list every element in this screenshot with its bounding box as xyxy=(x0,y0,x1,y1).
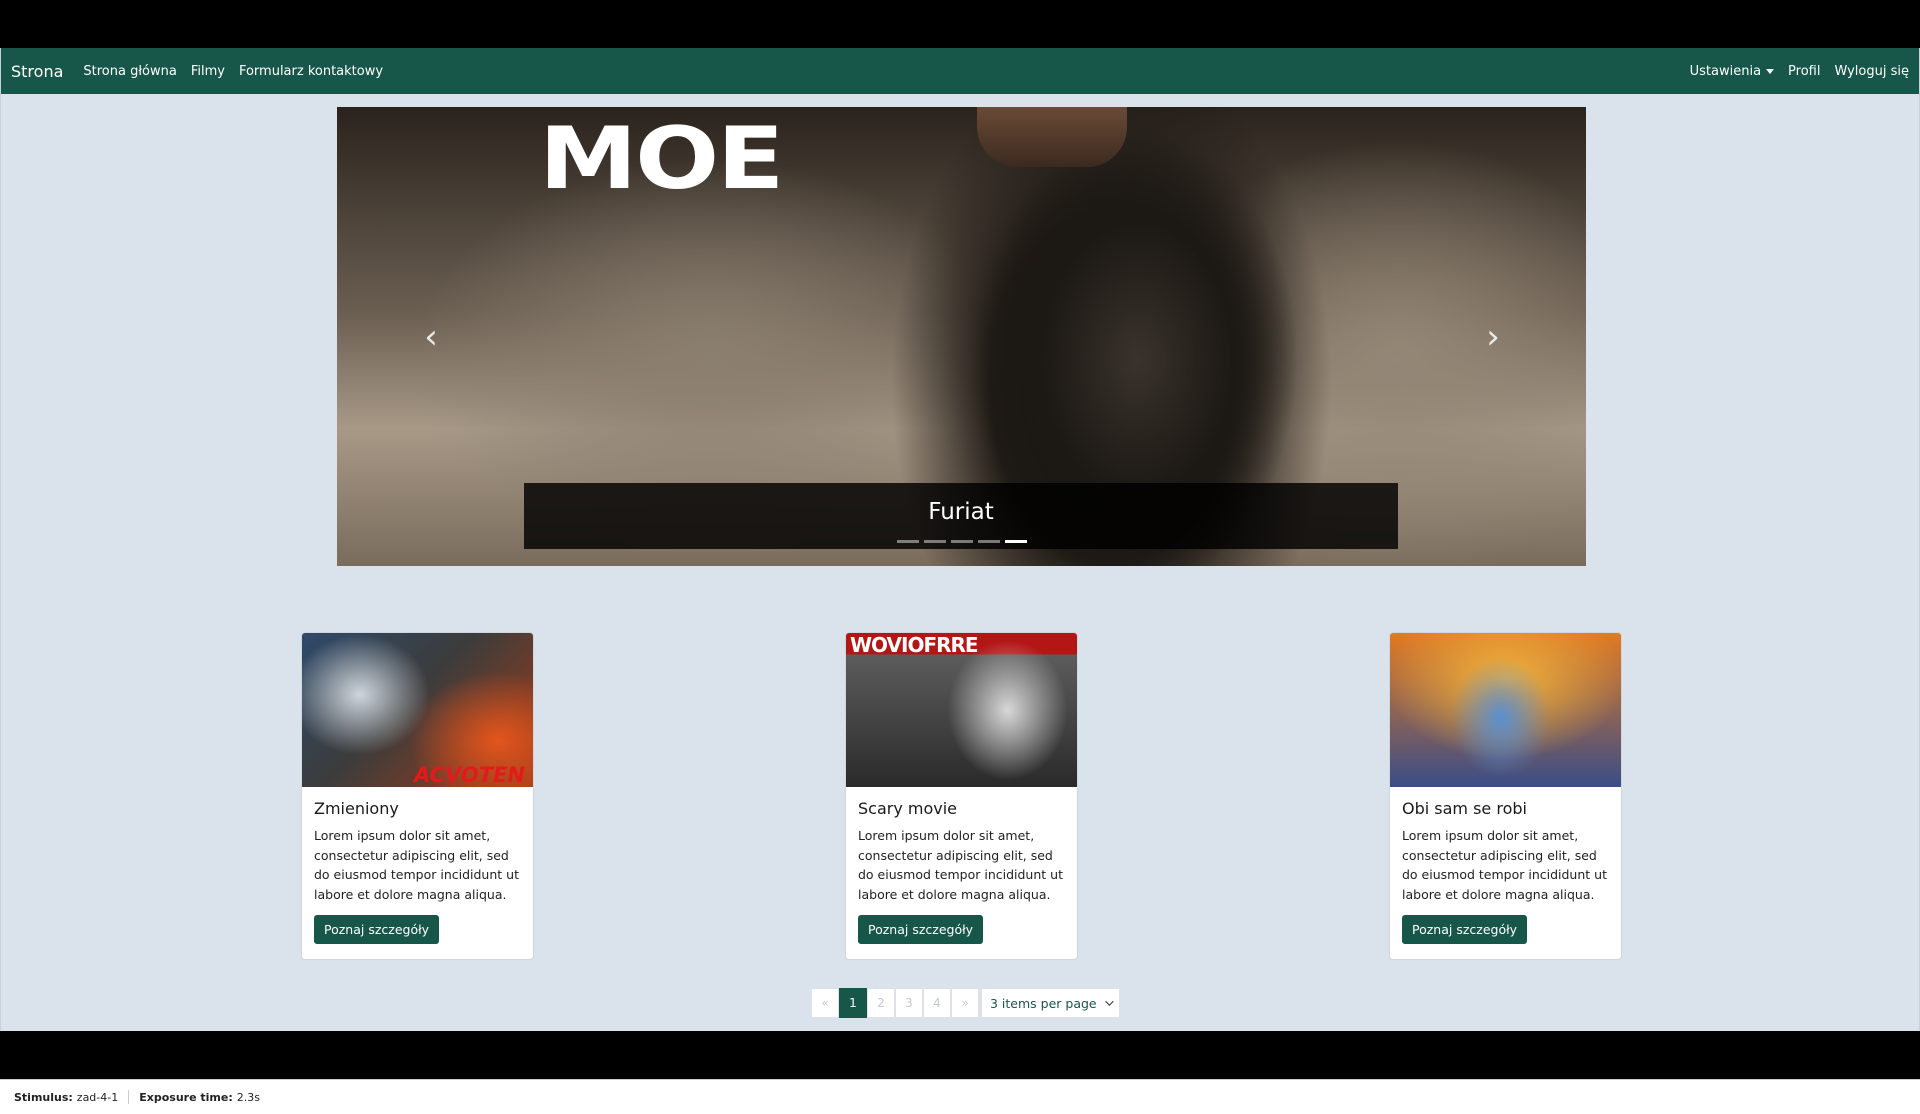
page-next[interactable]: » xyxy=(951,988,979,1018)
carousel-caption-title: Furiat xyxy=(928,499,994,525)
hero-carousel: MOE ‹ › Furiat xyxy=(337,107,1586,566)
nav-link-contact-form[interactable]: Formularz kontaktowy xyxy=(239,64,383,79)
carousel-indicator-2[interactable] xyxy=(923,540,946,543)
card-title: Scary movie xyxy=(858,799,958,818)
card-title: Obi sam se robi xyxy=(1402,799,1527,818)
page-1[interactable]: 1 xyxy=(839,988,867,1018)
carousel-next-icon[interactable]: › xyxy=(1473,317,1513,357)
navbar: Strona Strona główna Filmy Formularz kon… xyxy=(1,48,1919,94)
chevron-down-icon xyxy=(1104,997,1114,1006)
settings-dropdown-label: Ustawienia xyxy=(1689,63,1762,79)
browser-viewport: Strona Strona główna Filmy Formularz kon… xyxy=(0,48,1920,1031)
page-4[interactable]: 4 xyxy=(923,988,951,1018)
carousel-slide-figure xyxy=(977,107,1127,167)
carousel-indicator-5[interactable] xyxy=(1004,540,1027,543)
poster-text: ACVOTEN xyxy=(414,763,525,787)
carousel-indicators xyxy=(337,540,1586,543)
movie-card: Obi sam se robi Lorem ipsum dolor sit am… xyxy=(1389,632,1622,960)
movie-poster: ACVOTEN xyxy=(302,633,533,787)
pagination: « 1 2 3 4 » 3 items per page xyxy=(811,988,1120,1018)
carousel-indicator-1[interactable] xyxy=(896,540,919,543)
exposure-value: 2.3s xyxy=(236,1090,260,1104)
settings-dropdown[interactable]: Ustawienia xyxy=(1689,63,1775,79)
card-body: Scary movie Lorem ipsum dolor sit amet, … xyxy=(846,787,1077,944)
carousel-slide-logo: MOE xyxy=(539,109,784,209)
items-per-page-label: 3 items per page xyxy=(990,995,1097,1011)
stimulus-value: zad-4-1 xyxy=(76,1090,119,1104)
card-body: Obi sam se robi Lorem ipsum dolor sit am… xyxy=(1390,787,1621,944)
navbar-right: Ustawienia Profil Wyloguj się xyxy=(1676,64,1909,79)
poster-text: WOVIOFRRE xyxy=(850,633,979,657)
stimulus-label: Stimulus: xyxy=(14,1090,73,1104)
navbar-brand[interactable]: Strona xyxy=(11,62,63,81)
card-text: Lorem ipsum dolor sit amet, consectetur … xyxy=(858,828,1063,902)
page-prev[interactable]: « xyxy=(811,988,839,1018)
items-per-page-select[interactable]: 3 items per page xyxy=(981,988,1120,1018)
nav-link-profile[interactable]: Profil xyxy=(1788,64,1820,79)
nav-link-movies[interactable]: Filmy xyxy=(191,64,225,79)
card-body: Zmieniony Lorem ipsum dolor sit amet, co… xyxy=(302,787,533,944)
card-title: Zmieniony xyxy=(314,799,399,818)
details-button[interactable]: Poznaj szczegóły xyxy=(1402,915,1528,944)
nav-link-logout[interactable]: Wyloguj się xyxy=(1834,64,1909,79)
nav-link-home[interactable]: Strona główna xyxy=(83,64,176,79)
carousel-prev-icon[interactable]: ‹ xyxy=(411,317,451,357)
movie-poster xyxy=(1390,633,1621,787)
page-3[interactable]: 3 xyxy=(895,988,923,1018)
status-divider xyxy=(128,1090,130,1104)
top-letterbox xyxy=(0,0,1920,48)
details-button[interactable]: Poznaj szczegóły xyxy=(858,915,984,944)
movie-poster: WOVIOFRRE xyxy=(846,633,1077,787)
details-button[interactable]: Poznaj szczegóły xyxy=(314,915,440,944)
page-2[interactable]: 2 xyxy=(867,988,895,1018)
caret-down-icon xyxy=(1766,68,1775,74)
exposure-label: Exposure time: xyxy=(139,1090,233,1104)
status-bar: Stimulus: zad-4-1 Exposure time: 2.3s xyxy=(0,1079,1920,1114)
carousel-indicator-4[interactable] xyxy=(977,540,1000,543)
card-text: Lorem ipsum dolor sit amet, consectetur … xyxy=(314,828,519,902)
card-text: Lorem ipsum dolor sit amet, consectetur … xyxy=(1402,828,1607,902)
carousel-indicator-3[interactable] xyxy=(950,540,973,543)
movie-card: WOVIOFRRE Scary movie Lorem ipsum dolor … xyxy=(845,632,1078,960)
movie-card: ACVOTEN Zmieniony Lorem ipsum dolor sit … xyxy=(301,632,534,960)
